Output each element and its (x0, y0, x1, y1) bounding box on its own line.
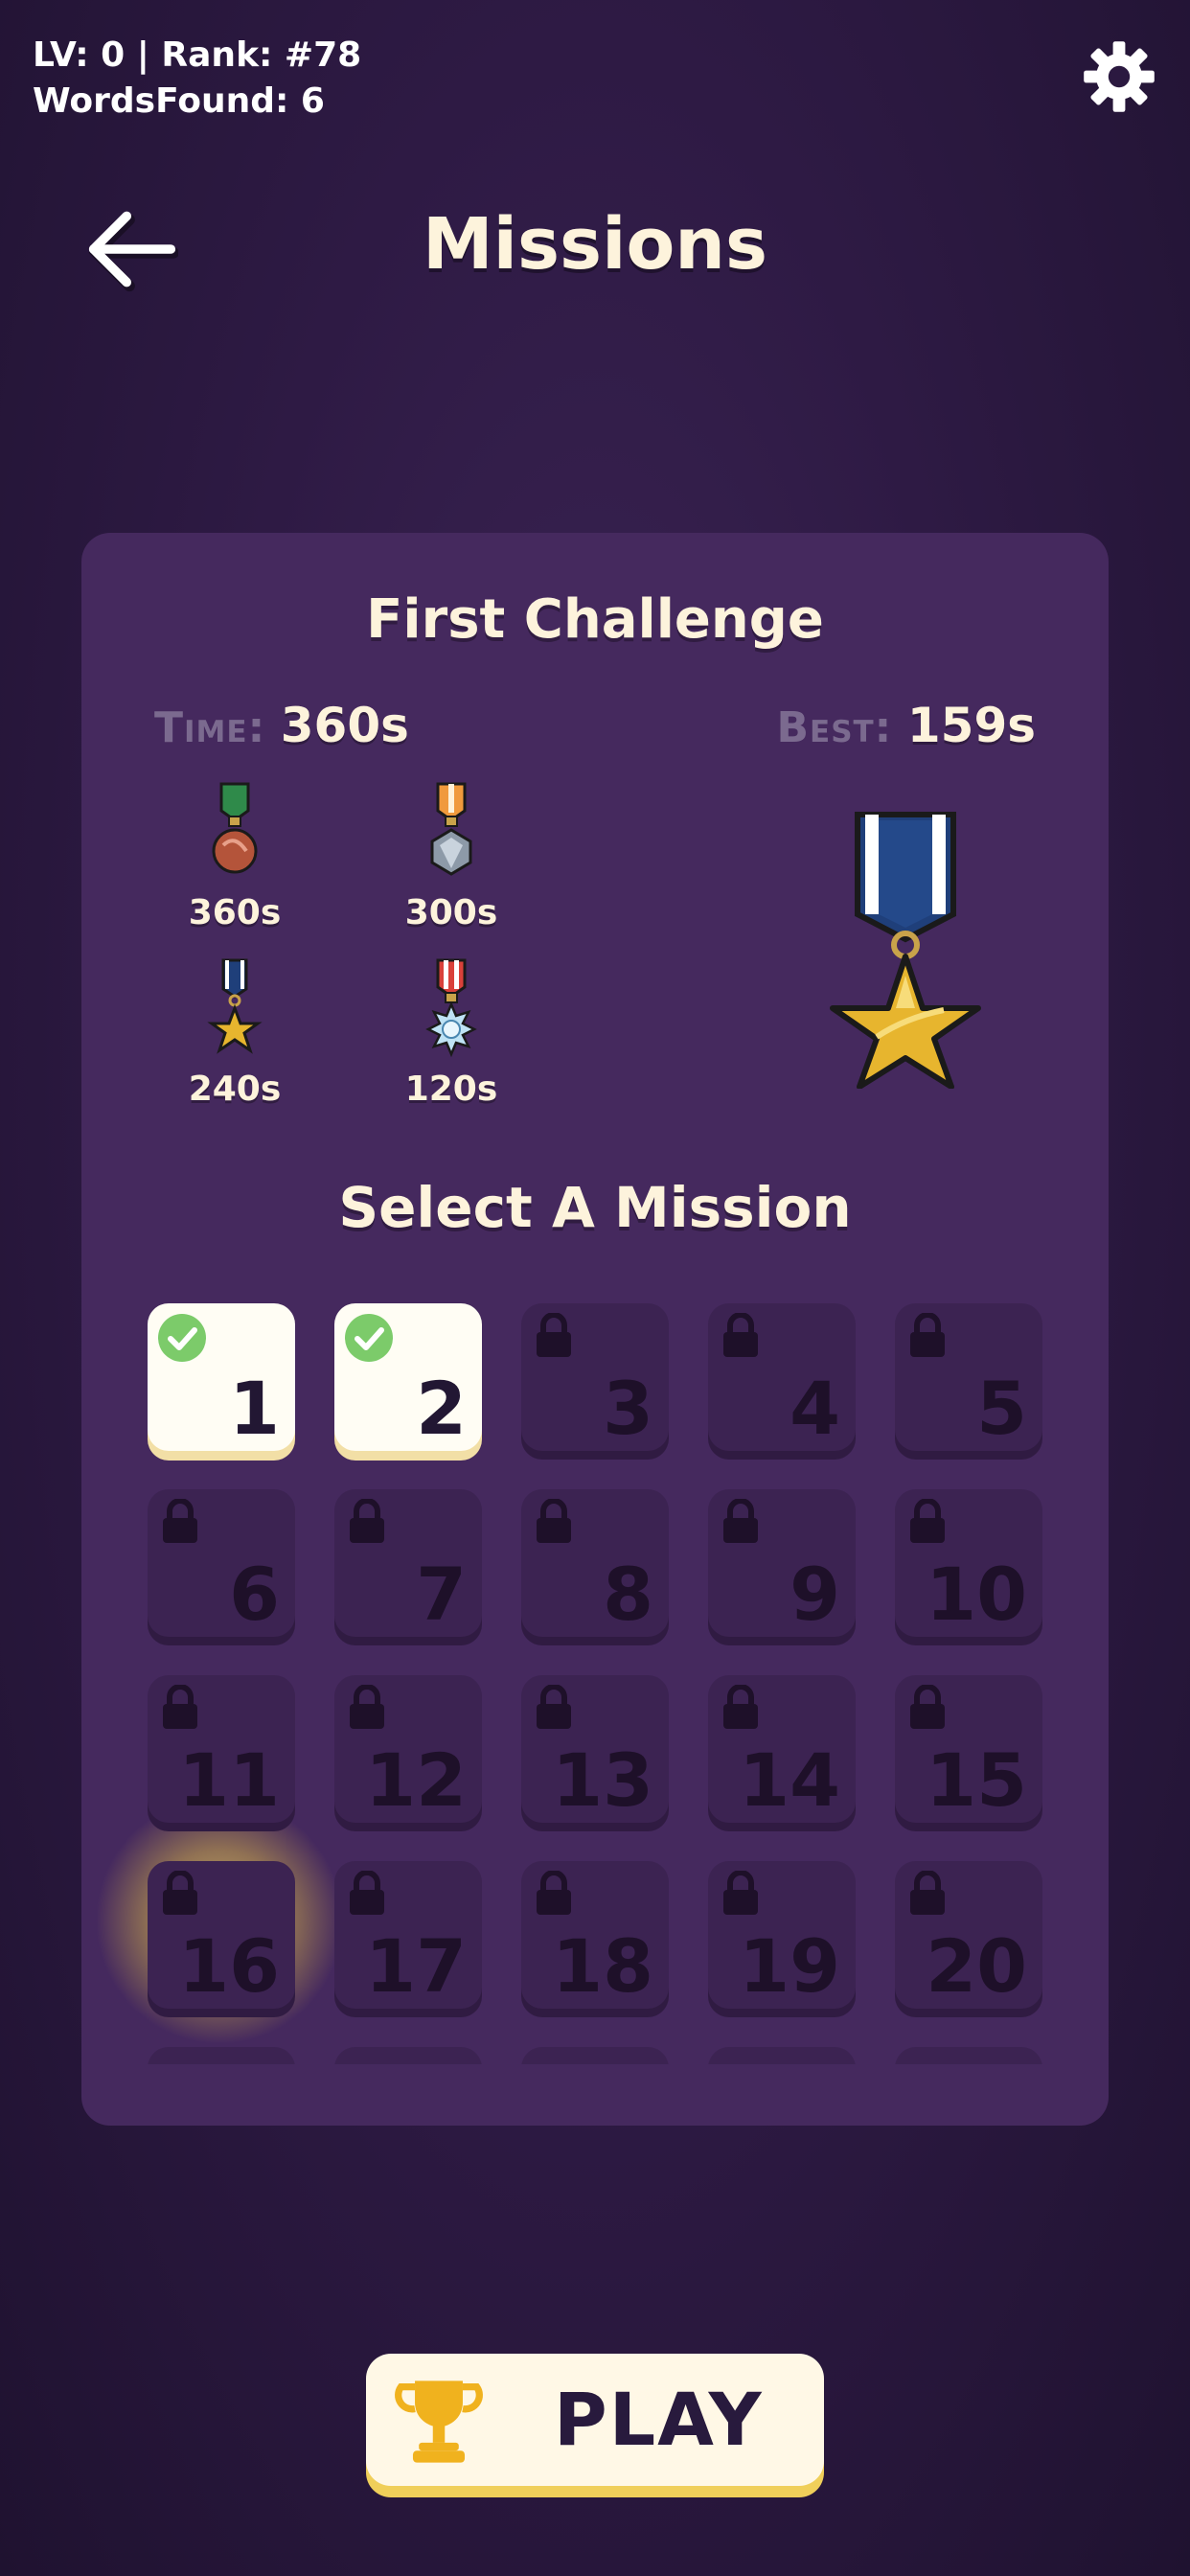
trophy-icon (395, 2380, 483, 2463)
lock-icon (910, 1685, 945, 1729)
best-label: Best: (776, 703, 893, 752)
mission-number: 1 (229, 1366, 280, 1451)
mission-number: 7 (416, 1552, 467, 1637)
lock-icon (163, 1871, 197, 1915)
player-stats: LV: 0 | Rank: #78 WordsFound: 6 (33, 33, 361, 125)
gold-star-medal-icon (207, 958, 263, 1054)
mission-number: 17 (365, 1923, 467, 2009)
mission-number: 2 (416, 1366, 467, 1451)
mission-tile-partial (148, 2047, 295, 2064)
mission-number: 18 (552, 1923, 653, 2009)
checkmark-icon (345, 1314, 393, 1362)
mission-tile-9[interactable]: 9 (708, 1489, 856, 1637)
mission-tile-19[interactable]: 19 (708, 1861, 856, 2009)
mission-number: 12 (365, 1737, 467, 1823)
lock-icon (723, 1499, 758, 1543)
select-mission-title: Select A Mission (338, 1175, 852, 1240)
mission-tile-17[interactable]: 17 (334, 1861, 482, 2009)
mission-tile-10[interactable]: 10 (895, 1489, 1042, 1637)
platinum-medal-icon (425, 958, 477, 1058)
mission-number: 19 (739, 1923, 840, 2009)
mission-number: 10 (926, 1552, 1027, 1637)
lock-icon (350, 1499, 384, 1543)
mission-tile-20[interactable]: 20 (895, 1861, 1042, 2009)
mission-grid[interactable]: 1 2 3 4 5 6 7 8 9 10 11 12 13 14 15 16 17 18 19 20 (81, 1278, 1109, 2064)
mission-number: 14 (739, 1737, 840, 1823)
gear-icon[interactable] (1081, 38, 1157, 115)
lock-icon (537, 1313, 571, 1357)
mission-number: 4 (790, 1366, 840, 1451)
gold-star-medal-icon (830, 812, 981, 1089)
medal-tier-label: 360s (188, 893, 282, 932)
mission-tile-2[interactable]: 2 (334, 1303, 482, 1451)
lock-icon (163, 1685, 197, 1729)
medal-tier-platinum: 120s (375, 958, 528, 1109)
lock-icon (910, 1871, 945, 1915)
mission-tile-partial (521, 2047, 669, 2064)
mission-tile-1[interactable]: 1 (148, 1303, 295, 1451)
medal-tier-gold: 240s (158, 958, 311, 1109)
play-button-label: PLAY (554, 2377, 764, 2462)
lock-icon (537, 1871, 571, 1915)
lock-icon (723, 1313, 758, 1357)
mission-tile-partial (334, 2047, 482, 2064)
lock-icon (163, 1499, 197, 1543)
bronze-medal-icon (212, 782, 258, 874)
mission-tile-16[interactable]: 16 (148, 1861, 295, 2009)
mission-number: 13 (552, 1737, 653, 1823)
mission-tile-18[interactable]: 18 (521, 1861, 669, 2009)
mission-tile-4[interactable]: 4 (708, 1303, 856, 1451)
lock-icon (350, 1685, 384, 1729)
lock-icon (537, 1685, 571, 1729)
checkmark-icon (158, 1314, 206, 1362)
medal-tier-label: 120s (404, 1070, 498, 1109)
time-value: 360s (280, 698, 409, 753)
mission-tile-15[interactable]: 15 (895, 1675, 1042, 1823)
lock-icon (723, 1685, 758, 1729)
page-title: Missions (422, 203, 768, 286)
mission-number: 20 (926, 1923, 1027, 2009)
mission-tile-7[interactable]: 7 (334, 1489, 482, 1637)
silver-medal-icon (430, 782, 472, 876)
challenge-title: First Challenge (366, 588, 824, 651)
time-label: Time: (154, 703, 266, 752)
mission-tile-13[interactable]: 13 (521, 1675, 669, 1823)
medal-tier-label: 300s (404, 893, 498, 932)
level-rank-text: LV: 0 | Rank: #78 (33, 35, 362, 75)
mission-number: 3 (603, 1366, 653, 1451)
mission-tile-12[interactable]: 12 (334, 1675, 482, 1823)
time-row: Time: 360s (154, 698, 409, 753)
mission-tile-11[interactable]: 11 (148, 1675, 295, 1823)
best-row: Best: 159s (776, 698, 1036, 753)
lock-icon (910, 1313, 945, 1357)
medal-tier-bronze: 360s (158, 782, 311, 932)
mission-number: 16 (178, 1923, 280, 2009)
mission-number: 6 (229, 1552, 280, 1637)
mission-tile-5[interactable]: 5 (895, 1303, 1042, 1451)
mission-tile-14[interactable]: 14 (708, 1675, 856, 1823)
mission-tile-8[interactable]: 8 (521, 1489, 669, 1637)
lock-icon (910, 1499, 945, 1543)
mission-number: 15 (926, 1737, 1027, 1823)
medal-tier-label: 240s (188, 1070, 282, 1109)
mission-tile-6[interactable]: 6 (148, 1489, 295, 1637)
mission-number: 9 (790, 1552, 840, 1637)
lock-icon (350, 1871, 384, 1915)
mission-tile-partial (895, 2047, 1042, 2064)
words-found-text: WordsFound: 6 (33, 81, 325, 121)
play-button[interactable]: PLAY (366, 2354, 824, 2486)
lock-icon (537, 1499, 571, 1543)
mission-number: 11 (178, 1737, 280, 1823)
mission-number: 5 (976, 1366, 1027, 1451)
lock-icon (723, 1871, 758, 1915)
mission-tile-partial (708, 2047, 856, 2064)
best-value: 159s (906, 698, 1036, 753)
challenge-panel: First Challenge Time: 360s Best: 159s 36… (81, 533, 1109, 2126)
mission-number: 8 (603, 1552, 653, 1637)
medal-tier-silver: 300s (375, 782, 528, 932)
mission-tile-3[interactable]: 3 (521, 1303, 669, 1451)
